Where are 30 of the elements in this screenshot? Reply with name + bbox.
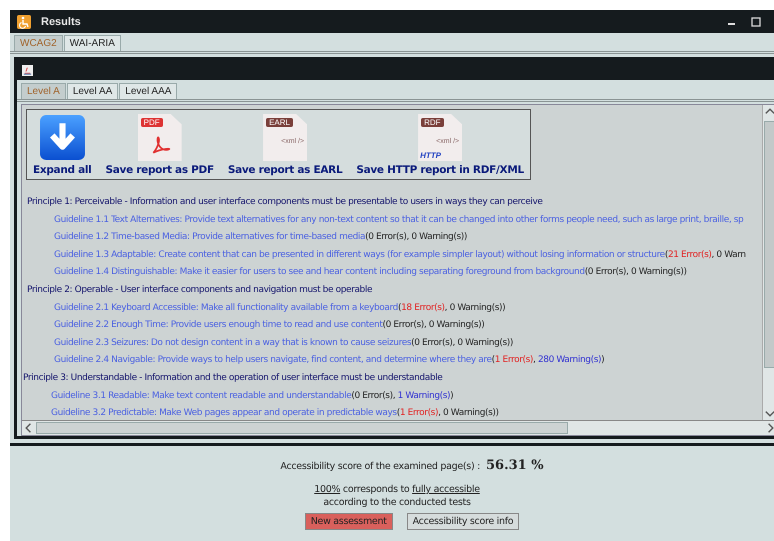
window-title: Results <box>41 16 81 28</box>
maximize-icon[interactable] <box>751 16 761 26</box>
guideline-entry[interactable]: Guideline 3.2 Predictable: Make Web pages appear and operate in predictable ways(1 Error(s), 0 Warning(s)) <box>26 405 762 420</box>
new-assessment-button[interactable]: New assessment <box>304 513 393 530</box>
guideline-entry[interactable]: Guideline 1.4 Distinguishable: Make it easier for users to see and hear content including separating foreground from background(0 Error(s), 0 Warning(s)) <box>26 264 762 282</box>
document-icon: PDF <box>138 114 182 161</box>
guideline-entry[interactable]: Guideline 1.3 Adaptable: Create content that can be presented in different ways (for example simpler layout) without losing information or structure(21 Error(s), 0 Warn <box>26 246 762 264</box>
principle-entry[interactable]: Principle 2: Operable - User interface components and navigation must be operable <box>26 282 762 300</box>
tab[interactable]: Level AA <box>66 83 118 99</box>
toolbar-button[interactable]: PDF Save report as PDF <box>105 114 214 176</box>
score-label: Accessibility score of the examined page(s) : <box>280 461 480 472</box>
info-button[interactable]: Accessibility score info <box>406 513 520 530</box>
score-note: 100% corresponds to fully accessible according to the conducted tests <box>314 483 480 509</box>
toolbar-button[interactable]: Expand all <box>33 114 92 176</box>
guideline-entry[interactable]: Guideline 2.1 Keyboard Accessible: Make all functionality available from a keyboard(18 Error(s), 0 Warning(s)) <box>26 300 762 318</box>
guideline-entry[interactable]: Guideline 2.4 Navigable: Provide ways to help users navigate, find content, and determine where they are(1 Error(s), 280 Warning(s)) <box>26 352 762 370</box>
guideline-entry[interactable]: Guideline 2.3 Seizures: Do not design content in a way that is known to cause seizures(0 Error(s), 0 Warning(s)) <box>26 334 762 352</box>
horizontal-scrollbar[interactable] <box>22 420 774 435</box>
wheelchair-icon <box>17 14 31 28</box>
fully-accessible-link[interactable]: fully accessible <box>412 484 480 495</box>
vertical-scrollbar[interactable] <box>762 105 774 420</box>
guideline-entry[interactable]: Guideline 2.2 Enough Time: Provide users enough time to read and use content(0 Error(s), 0 Warning(s)) <box>26 317 762 335</box>
tab[interactable]: WAI-ARIA <box>64 35 121 51</box>
guideline-entry[interactable]: Guideline 1.2 Time-based Media: Provide alternatives for time-based media(0 Error(s), 0 Warning(s)) <box>26 229 762 247</box>
percent-link[interactable]: 100% <box>314 484 340 495</box>
tab[interactable]: Level AAA <box>119 83 178 99</box>
principle-entry[interactable]: Principle 1: Perceivable - Information and user interface components must be presentable to users in ways they can perceive <box>26 194 762 212</box>
guideline-entry[interactable]: Guideline 3.1 Readable: Make text content readable and understandable(0 Error(s), 1 Warning(s)) <box>26 388 762 406</box>
principle-entry[interactable]: Principle 3: Understandable - Information and the operation of user interface must be understandable <box>23 370 762 388</box>
score-value: 56.31 % <box>486 458 544 473</box>
